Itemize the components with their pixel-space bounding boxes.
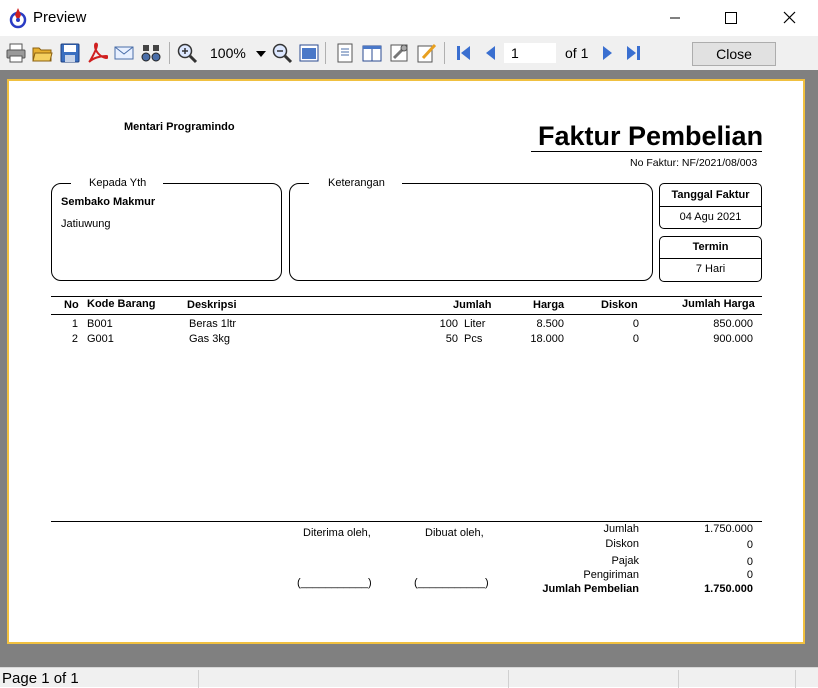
last-page-icon[interactable] bbox=[622, 42, 644, 64]
zoom-select[interactable]: 100% bbox=[206, 45, 268, 63]
customer-address: Jatiuwung bbox=[61, 218, 111, 230]
subtotal-label: Jumlah bbox=[603, 523, 639, 535]
notes-box bbox=[289, 183, 653, 281]
table-top-line bbox=[51, 296, 762, 297]
row-unit: Pcs bbox=[464, 333, 483, 345]
col-kode: Kode Barang bbox=[87, 298, 156, 310]
received-by-label: Diterima oleh, bbox=[303, 527, 371, 539]
row-qty: 100 bbox=[439, 318, 458, 330]
fit-page-icon[interactable] bbox=[298, 42, 320, 64]
term-divider bbox=[659, 258, 762, 259]
row-deskripsi: Beras 1ltr bbox=[189, 318, 237, 330]
col-diskon: Diskon bbox=[601, 299, 638, 311]
prev-page-icon[interactable] bbox=[480, 42, 502, 64]
date-divider bbox=[659, 206, 762, 207]
close-window-button[interactable] bbox=[766, 0, 812, 36]
received-by-signature: (___________) bbox=[297, 577, 372, 589]
discount-label: Diskon bbox=[605, 538, 639, 550]
toolbar-separator bbox=[325, 42, 326, 64]
maximize-button[interactable] bbox=[708, 0, 754, 36]
close-button[interactable]: Close bbox=[692, 42, 776, 66]
shipping-label: Pengiriman bbox=[583, 569, 639, 581]
term-value: 7 Hari bbox=[695, 263, 726, 275]
row-deskripsi: Gas 3kg bbox=[189, 333, 230, 345]
company-name: Mentari Programindo bbox=[124, 121, 235, 133]
invoice-number: No Faktur: NF/2021/08/003 bbox=[630, 157, 758, 169]
col-jumlah-harga: Jumlah Harga bbox=[682, 298, 755, 310]
next-page-icon[interactable] bbox=[596, 42, 618, 64]
print-icon[interactable] bbox=[5, 42, 27, 64]
status-separator bbox=[678, 670, 679, 688]
col-jumlah: Jumlah bbox=[453, 299, 492, 311]
table-bottom-line bbox=[51, 521, 762, 522]
toolbar-separator bbox=[169, 42, 170, 64]
zoom-in-icon[interactable] bbox=[176, 42, 198, 64]
notes-label: Keterangan bbox=[328, 177, 385, 189]
row-unit: Liter bbox=[464, 318, 486, 330]
customer-name: Sembako Makmur bbox=[61, 196, 156, 208]
row-harga: 18.000 bbox=[530, 333, 564, 345]
row-jumlah-harga: 900.000 bbox=[713, 333, 753, 345]
page-setup-icon[interactable] bbox=[334, 42, 356, 64]
zoom-out-icon[interactable] bbox=[271, 42, 293, 64]
row-qty: 50 bbox=[445, 333, 458, 345]
date-value: 04 Agu 2021 bbox=[679, 211, 742, 223]
total-value: 1.750.000 bbox=[704, 583, 753, 595]
page-count-label: of 1 bbox=[565, 45, 589, 61]
term-label: Termin bbox=[692, 241, 729, 253]
subtotal-value: 1.750.000 bbox=[704, 523, 753, 535]
row-diskon: 0 bbox=[632, 333, 639, 345]
find-icon[interactable] bbox=[140, 42, 162, 64]
pdf-icon[interactable] bbox=[86, 42, 108, 64]
col-no: No bbox=[64, 299, 79, 311]
save-icon[interactable] bbox=[59, 42, 81, 64]
status-page-text: Page 1 of 1 bbox=[2, 670, 79, 687]
discount-value: 0 bbox=[746, 539, 753, 551]
minimize-icon bbox=[670, 17, 680, 19]
status-bar: Page 1 of 1 bbox=[0, 667, 818, 688]
close-icon bbox=[783, 11, 796, 24]
title-bar: Preview bbox=[0, 0, 818, 36]
row-no: 1 bbox=[71, 318, 78, 330]
toolbar-separator bbox=[444, 42, 445, 64]
tax-value: 0 bbox=[746, 556, 753, 568]
recipient-label: Kepada Yth bbox=[89, 177, 147, 189]
minimize-button[interactable] bbox=[652, 0, 698, 36]
row-kode: B001 bbox=[87, 318, 113, 330]
row-harga: 8.500 bbox=[536, 318, 564, 330]
title-underline bbox=[531, 151, 762, 152]
row-no: 2 bbox=[71, 333, 78, 345]
created-by-label: Dibuat oleh, bbox=[425, 527, 484, 539]
edit-icon[interactable] bbox=[415, 42, 437, 64]
window-title: Preview bbox=[33, 9, 87, 26]
row-jumlah-harga: 850.000 bbox=[713, 318, 753, 330]
date-label: Tanggal Faktur bbox=[671, 189, 750, 201]
app-icon bbox=[9, 8, 27, 29]
page-number-input[interactable] bbox=[504, 43, 556, 63]
first-page-icon[interactable] bbox=[453, 42, 475, 64]
status-separator bbox=[508, 670, 509, 688]
status-separator bbox=[198, 670, 199, 688]
status-separator bbox=[795, 670, 796, 688]
shipping-value: 0 bbox=[746, 569, 753, 581]
row-kode: G001 bbox=[87, 333, 114, 345]
tax-label: Pajak bbox=[611, 555, 639, 567]
col-deskripsi: Deskripsi bbox=[187, 299, 237, 311]
email-icon[interactable] bbox=[113, 42, 135, 64]
chevron-down-icon bbox=[256, 51, 266, 57]
row-diskon: 0 bbox=[632, 318, 639, 330]
open-icon[interactable] bbox=[31, 42, 53, 64]
maximize-icon bbox=[725, 12, 737, 24]
col-harga: Harga bbox=[533, 299, 565, 311]
report-title: Faktur Pembelian bbox=[538, 121, 764, 151]
table-header-line bbox=[51, 314, 762, 315]
tools-icon[interactable] bbox=[388, 42, 410, 64]
zoom-value: 100% bbox=[210, 45, 246, 61]
two-page-icon[interactable] bbox=[361, 42, 383, 64]
total-label: Jumlah Pembelian bbox=[542, 583, 639, 595]
created-by-signature: (___________) bbox=[414, 577, 489, 589]
